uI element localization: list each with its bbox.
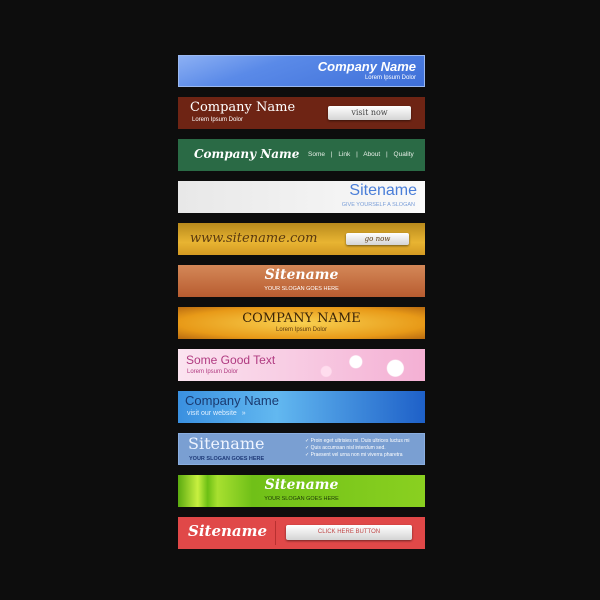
nav-separator: |: [330, 151, 333, 158]
banner-copper-sitename: Sitename YOUR SLOGAN GOES HERE: [178, 265, 425, 297]
visit-now-button[interactable]: visit now: [328, 106, 411, 120]
banner-white-sitename: Sitename GIVE YOURSELF A SLOGAN: [178, 181, 425, 213]
nav-link-about[interactable]: About: [363, 151, 380, 158]
click-here-button[interactable]: CLICK HERE BUTTON: [286, 525, 412, 540]
nav-link-link[interactable]: Link: [338, 151, 350, 158]
double-chevron-right-icon: »: [241, 410, 246, 417]
banner-subtitle: GIVE YOURSELF A SLOGAN: [341, 202, 415, 208]
banner-orange-company: COMPANY NAME Lorem Ipsum Dolor: [178, 307, 425, 339]
banner-title: Company Name: [185, 393, 279, 408]
banner-blue-company: Company Name Lorem Ipsum Dolor: [178, 55, 425, 87]
banner-title: COMPANY NAME: [242, 311, 361, 326]
bullet-list: ✓ Proin eget ultrisies mi. Duis ultrices…: [305, 438, 410, 459]
banner-subtitle: Lorem Ipsum Dolor: [275, 327, 328, 333]
link-text: visit our website: [187, 410, 237, 417]
nav-separator: |: [386, 151, 388, 158]
banner-title: Sitename: [188, 522, 268, 540]
nav-link-some[interactable]: Some: [308, 151, 325, 158]
bullet-item: ✓ Proin eget ultrisies mi. Duis ultrices…: [305, 438, 410, 444]
banner-subtitle: Lorem Ipsum Dolor: [187, 369, 239, 375]
banner-title: Company Name: [190, 100, 296, 115]
banner-title: www.sitename.com: [190, 231, 318, 246]
banner-title: Some Good Text: [186, 353, 276, 367]
banner-subtitle: YOUR SLOGAN GOES HERE: [264, 286, 339, 292]
nav-links: Some | Link | About | Quality: [308, 151, 414, 158]
banner-pink-text: Some Good Text Lorem Ipsum Dolor: [178, 349, 425, 381]
banner-title: Company Name: [317, 59, 416, 74]
banner-green-sitename: Sitename YOUR SLOGAN GOES HERE: [178, 475, 425, 507]
banner-gold-website: www.sitename.com go now: [178, 223, 425, 255]
nav-link-quality[interactable]: Quality: [394, 151, 414, 158]
visit-website-link[interactable]: visit our website »: [187, 410, 246, 417]
banner-subtitle: YOUR SLOGAN GOES HERE: [264, 496, 339, 502]
banner-title: Company Name: [194, 147, 300, 161]
go-now-button[interactable]: go now: [346, 233, 409, 245]
nav-separator: |: [356, 151, 358, 158]
banner-green-company: Company Name Some | Link | About | Quali…: [178, 139, 425, 171]
banner-red-sitename: Sitename CLICK HERE BUTTON: [178, 517, 425, 549]
banner-title: Sitename: [349, 182, 417, 199]
banner-title: Sitename: [264, 267, 339, 283]
banner-brown-company: Company Name Lorem Ipsum Dolor visit now: [178, 97, 425, 129]
banner-slate-sitename: Sitename YOUR SLOGAN GOES HERE ✓ Proin e…: [178, 433, 425, 465]
divider: [275, 521, 276, 545]
banner-title: Sitename: [264, 477, 339, 493]
banner-blue-company-2: Company Name visit our website »: [178, 391, 425, 423]
banner-title: Sitename: [188, 434, 265, 453]
bullet-item: ✓ Praesent vel urna non mi viverra phare…: [305, 452, 403, 458]
banner-subtitle: Lorem Ipsum Dolor: [192, 117, 244, 123]
banner-subtitle: YOUR SLOGAN GOES HERE: [189, 456, 265, 462]
banner-subtitle: Lorem Ipsum Dolor: [364, 75, 416, 81]
bullet-item: ✓ Quis accumsan nisl interdum sed.: [305, 445, 386, 451]
